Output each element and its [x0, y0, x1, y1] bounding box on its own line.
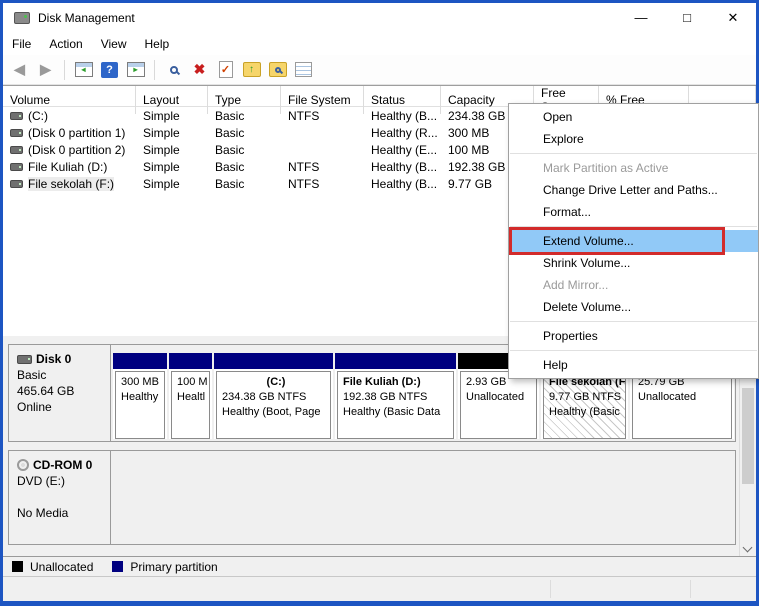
cell-layout: Simple: [136, 160, 208, 174]
context-menu: Open Explore Mark Partition as Active Ch…: [508, 103, 759, 379]
help-icon[interactable]: ?: [99, 60, 120, 80]
volume-icon: [10, 129, 23, 137]
disk0-status: Online: [17, 399, 110, 415]
check-document-icon[interactable]: ✓: [215, 60, 236, 80]
titlebar: Disk Management — □ ✕: [3, 3, 756, 32]
cell-type: Basic: [208, 126, 281, 140]
disk0-name: Disk 0: [36, 351, 71, 367]
window-title: Disk Management: [38, 11, 135, 25]
cdrom-drive-letter: DVD (E:): [17, 473, 110, 489]
menu-item-shrink-volume[interactable]: Shrink Volume...: [509, 252, 758, 274]
cell-type: Basic: [208, 160, 281, 174]
toolbar: ◀ ▶ ◂ ? ▸ ✖ ✓ ↑: [3, 55, 756, 85]
cell-type: Basic: [208, 177, 281, 191]
forward-icon[interactable]: ▶: [35, 60, 56, 80]
app-icon: [14, 12, 30, 24]
cell-fs: NTFS: [281, 177, 364, 191]
checklist-icon[interactable]: [293, 60, 314, 80]
primary-partition-swatch: [112, 561, 123, 572]
unallocated-swatch: [12, 561, 23, 572]
cdrom-label[interactable]: CD-ROM 0 DVD (E:) No Media: [9, 451, 111, 544]
cell-status: Healthy (E...: [364, 143, 441, 157]
menu-item-delete-volume[interactable]: Delete Volume...: [509, 296, 758, 318]
cell-layout: Simple: [136, 143, 208, 157]
cdrom-media-status: No Media: [17, 505, 110, 521]
partition-d[interactable]: File Kuliah (D:)192.38 GB NTFSHealthy (B…: [335, 353, 456, 439]
back-icon[interactable]: ◀: [9, 60, 30, 80]
cell-layout: Simple: [136, 126, 208, 140]
menu-separator: [510, 350, 757, 351]
cell-fs: NTFS: [281, 109, 364, 123]
cell-status: Healthy (R...: [364, 126, 441, 140]
partition-efi[interactable]: 100 MHealtl: [169, 353, 212, 439]
cdrom-name: CD-ROM 0: [33, 457, 92, 473]
disk0-type: Basic: [17, 367, 110, 383]
partition-c[interactable]: (C:)234.38 GB NTFSHealthy (Boot, Page: [214, 353, 333, 439]
menu-separator: [510, 321, 757, 322]
volume-name: (Disk 0 partition 1): [28, 126, 125, 140]
volume-icon: [10, 146, 23, 154]
menu-item-format[interactable]: Format...: [509, 201, 758, 223]
menu-item-help[interactable]: Help: [509, 354, 758, 376]
legend-primary: Primary partition: [130, 560, 217, 574]
disk0-size: 465.64 GB: [17, 383, 110, 399]
show-action-pane-icon[interactable]: ▸: [125, 60, 146, 80]
volume-icon: [10, 180, 23, 188]
window-controls: — □ ✕: [618, 3, 756, 32]
chevron-down-icon[interactable]: [743, 543, 753, 553]
legend-bar: Unallocated Primary partition: [3, 556, 756, 577]
volume-name: File Kuliah (D:): [28, 160, 107, 174]
cell-type: Basic: [208, 143, 281, 157]
folder-up-icon[interactable]: ↑: [241, 60, 262, 80]
cdrom-row: CD-ROM 0 DVD (E:) No Media: [8, 450, 736, 545]
menu-separator: [510, 226, 757, 227]
menu-file[interactable]: File: [3, 34, 40, 54]
menu-item-explore[interactable]: Explore: [509, 128, 758, 150]
toolbar-separator: [154, 60, 155, 80]
menu-item-open[interactable]: Open: [509, 106, 758, 128]
menu-item-properties[interactable]: Properties: [509, 325, 758, 347]
volume-icon: [10, 112, 23, 120]
delete-icon[interactable]: ✖: [189, 60, 210, 80]
device-tool-icon[interactable]: [163, 60, 184, 80]
close-button[interactable]: ✕: [710, 3, 756, 32]
cell-fs: NTFS: [281, 160, 364, 174]
menubar: File Action View Help: [3, 32, 756, 55]
menu-item-add-mirror: Add Mirror...: [509, 274, 758, 296]
minimize-button[interactable]: —: [618, 3, 664, 32]
cell-status: Healthy (B...: [364, 160, 441, 174]
console-tree-icon[interactable]: ◂: [73, 60, 94, 80]
volume-name: (Disk 0 partition 2): [28, 143, 125, 157]
menu-item-extend-volume[interactable]: Extend Volume...: [509, 230, 758, 252]
disk0-label[interactable]: Disk 0 Basic 465.64 GB Online: [9, 345, 111, 441]
toolbar-separator: [64, 60, 65, 80]
cell-layout: Simple: [136, 177, 208, 191]
menu-item-change-drive-letter[interactable]: Change Drive Letter and Paths...: [509, 179, 758, 201]
legend-unallocated: Unallocated: [30, 560, 93, 574]
cell-layout: Simple: [136, 109, 208, 123]
cell-status: Healthy (B...: [364, 177, 441, 191]
menu-action[interactable]: Action: [40, 34, 91, 54]
menu-item-mark-partition-active: Mark Partition as Active: [509, 157, 758, 179]
disk-management-window: Disk Management — □ ✕ File Action View H…: [0, 0, 759, 606]
status-bar: [3, 577, 756, 601]
menu-separator: [510, 153, 757, 154]
cell-type: Basic: [208, 109, 281, 123]
maximize-button[interactable]: □: [664, 3, 710, 32]
menu-help[interactable]: Help: [136, 34, 179, 54]
scrollbar-thumb[interactable]: [742, 388, 754, 484]
disk-icon: [17, 355, 32, 364]
volume-icon: [10, 163, 23, 171]
volume-name: (C:): [28, 109, 48, 123]
menu-view[interactable]: View: [92, 34, 136, 54]
volume-name: File sekolah (F:): [28, 177, 114, 191]
partition-recovery[interactable]: 300 MBHealthy: [113, 353, 167, 439]
folder-search-icon[interactable]: [267, 60, 288, 80]
cd-icon: [17, 459, 29, 471]
cell-status: Healthy (B...: [364, 109, 441, 123]
